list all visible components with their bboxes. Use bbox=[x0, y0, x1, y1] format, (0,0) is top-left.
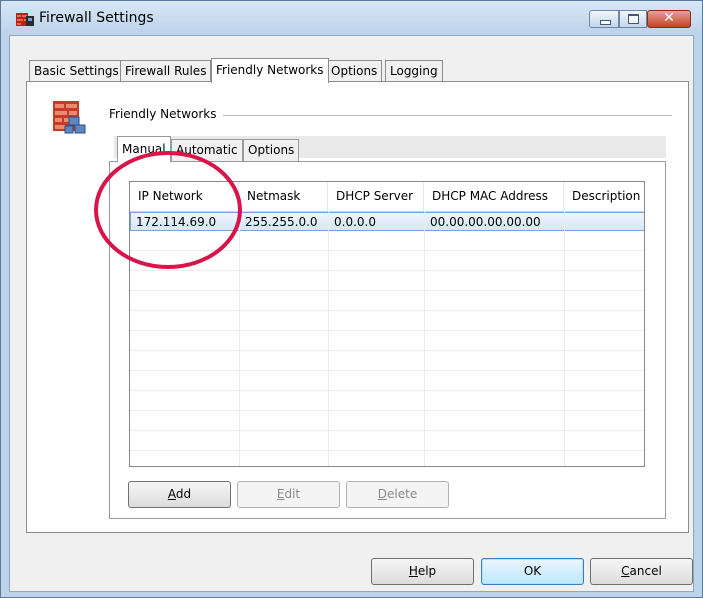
column-dhcp-server[interactable]: DHCP Server bbox=[328, 182, 424, 211]
grid-line bbox=[564, 211, 565, 466]
ok-button[interactable]: OK bbox=[481, 558, 584, 585]
empty-row bbox=[130, 292, 644, 311]
edit-button[interactable]: Edit bbox=[237, 481, 340, 508]
empty-row bbox=[130, 432, 644, 451]
delete-button[interactable]: Delete bbox=[346, 481, 449, 508]
empty-row bbox=[130, 352, 644, 371]
minimize-button[interactable] bbox=[589, 10, 619, 28]
cancel-button[interactable]: Cancel bbox=[590, 558, 693, 585]
column-description[interactable]: Description bbox=[564, 182, 644, 211]
annotation-circle bbox=[94, 151, 242, 269]
tab-friendly-networks[interactable]: Friendly Networks bbox=[211, 58, 329, 83]
cell-description bbox=[565, 213, 570, 232]
firewall-app-icon bbox=[16, 13, 34, 26]
network-firewall-icon bbox=[53, 101, 86, 134]
empty-row bbox=[130, 412, 644, 431]
close-button[interactable]: ✕ bbox=[647, 10, 691, 28]
tab-firewall-rules[interactable]: Firewall Rules bbox=[120, 60, 212, 82]
cell-netmask: 255.255.0.0 bbox=[245, 215, 318, 229]
help-button[interactable]: Help bbox=[371, 558, 474, 585]
column-netmask[interactable]: Netmask bbox=[239, 182, 328, 211]
firewall-settings-window: Firewall Settings ✕ Basic Settings Firew… bbox=[0, 0, 703, 598]
title-bar[interactable]: Firewall Settings ✕ bbox=[1, 1, 702, 35]
column-dhcp-mac-address[interactable]: DHCP MAC Address bbox=[424, 182, 564, 211]
empty-row bbox=[130, 272, 644, 291]
tab-inner-options[interactable]: Options bbox=[243, 139, 300, 161]
empty-row bbox=[130, 372, 644, 391]
cell-dhcp-mac: 00.00.00.00.00.00 bbox=[430, 215, 541, 229]
tab-options[interactable]: Options bbox=[326, 60, 383, 82]
empty-row bbox=[130, 312, 644, 331]
add-button[interactable]: Add bbox=[128, 481, 231, 508]
grid-line bbox=[239, 211, 240, 466]
section-label: Friendly Networks bbox=[109, 107, 223, 121]
tab-basic-settings[interactable]: Basic Settings bbox=[29, 60, 124, 82]
empty-row bbox=[130, 332, 644, 351]
section-divider bbox=[223, 115, 672, 116]
maximize-button[interactable] bbox=[619, 10, 647, 28]
close-icon: ✕ bbox=[663, 10, 675, 26]
grid-line bbox=[424, 211, 425, 466]
grid-line bbox=[328, 211, 329, 466]
empty-row bbox=[130, 392, 644, 411]
window-title: Firewall Settings bbox=[39, 10, 154, 26]
cell-dhcp-server: 0.0.0.0 bbox=[334, 215, 376, 229]
tab-logging[interactable]: Logging bbox=[385, 60, 443, 82]
